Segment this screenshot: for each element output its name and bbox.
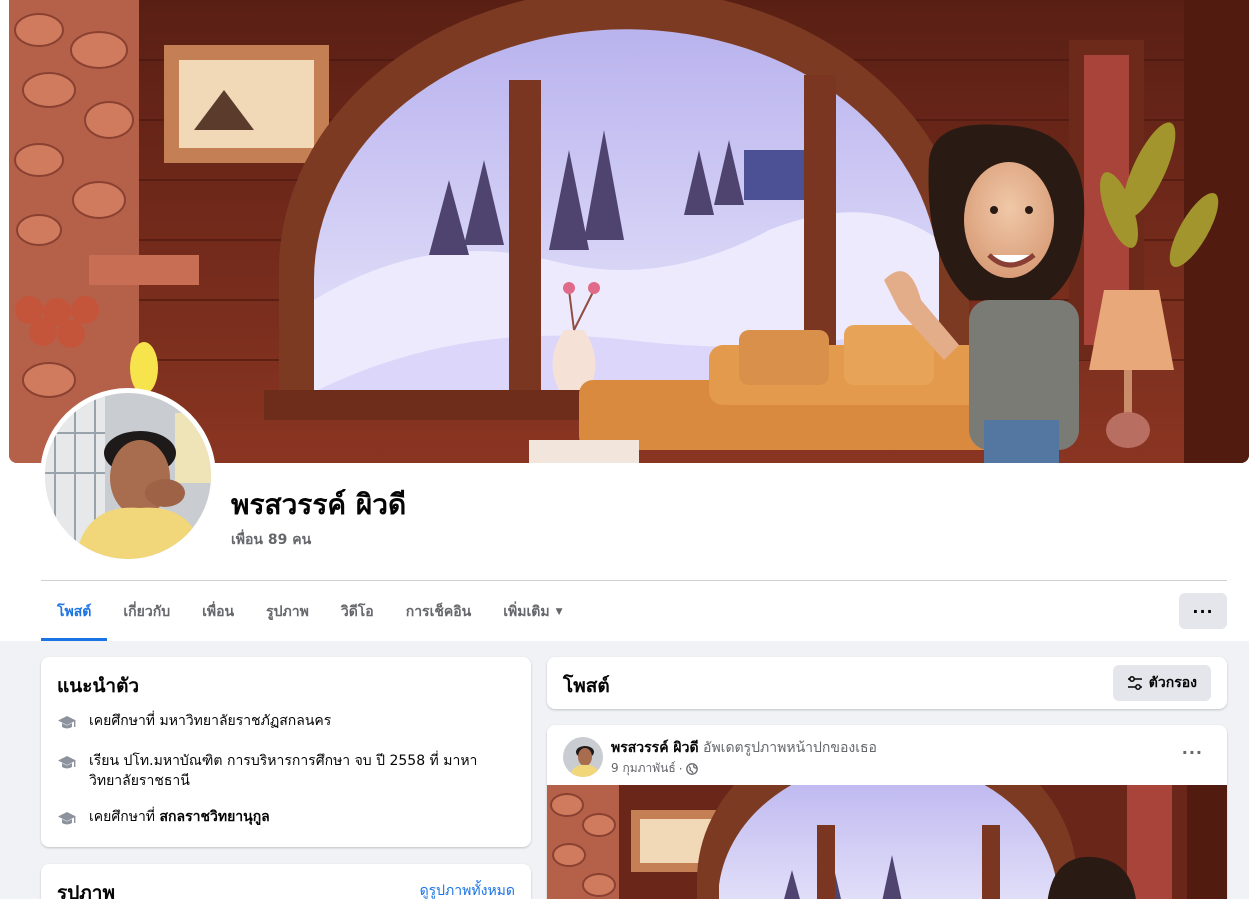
filter-icon [1127,676,1142,690]
tab-checkins[interactable]: การเช็คอิน [390,583,488,641]
posts-header-card: โพสต์ ตัวกรอง [547,657,1227,709]
profile-name: พรสวรรค์ ผิวดี [231,488,407,521]
profile-picture[interactable] [45,393,211,559]
more-options-button[interactable]: ··· [1179,593,1227,629]
tab-friends[interactable]: เพื่อน [186,583,250,641]
tab-posts[interactable]: โพสต์ [41,583,108,641]
post-options-button[interactable]: ··· [1182,743,1203,762]
cover-photo[interactable] [9,0,1249,463]
header-divider [41,580,1227,581]
more-dots-icon: ··· [1181,743,1203,762]
posts-title: โพสต์ [563,675,610,697]
intro-card: แนะนำตัว เคยศึกษาที่ มหาวิทยาลัยราชภัฏสก… [41,657,531,847]
graduation-cap-icon [58,812,76,825]
friend-count[interactable]: เพื่อน 89 คน [231,529,311,551]
school-link[interactable]: มหาวิทยาลัยราชภัฏสกลนคร [160,713,332,729]
intro-item-education: เรียน ปโท.มหาบัณฑิต การบริหารการศึกษา จบ… [57,751,477,791]
profile-tabs: โพสต์ เกี่ยวกับ เพื่อน รูปภาพ วิดีโอ การ… [41,583,579,641]
post-date[interactable]: 9 กุมภาพันธ์ [611,759,676,778]
intro-title: แนะนำตัว [57,675,140,697]
tab-videos[interactable]: วิดีโอ [325,583,390,641]
see-all-photos-link[interactable]: ดูรูปภาพทั้งหมด [420,880,515,899]
post-action: อัพเดตรูปภาพหน้าปกของเธอ [703,740,877,756]
caret-down-icon: ▼ [555,607,563,617]
post-card: พรสวรรค์ ผิวดี อัพเดตรูปภาพหน้าปกของเธอ … [547,725,1227,899]
globe-icon [685,762,698,775]
tab-photos[interactable]: รูปภาพ [250,583,325,641]
post-author-avatar[interactable] [563,737,603,777]
photos-title: รูปภาพ [57,882,115,899]
more-dots-icon: ··· [1192,601,1214,621]
tab-more[interactable]: เพิ่มเติม ▼ [487,583,578,641]
school-link[interactable]: สกลราชวิทยานุกูล [160,809,270,825]
post-author-name[interactable]: พรสวรรค์ ผิวดี [611,740,699,756]
graduation-cap-icon [58,716,76,729]
post-image[interactable] [547,785,1227,899]
intro-item-education: เคยศึกษาที่ มหาวิทยาลัยราชภัฏสกลนคร [57,711,331,733]
post-headline: พรสวรรค์ ผิวดี อัพเดตรูปภาพหน้าปกของเธอ [611,737,877,759]
photos-card: รูปภาพ ดูรูปภาพทั้งหมด [41,864,531,899]
graduation-cap-icon [58,756,76,769]
filter-button[interactable]: ตัวกรอง [1112,665,1211,701]
intro-text-cont: วิทยาลัยราชธานี [89,773,190,789]
intro-item-education: เคยศึกษาที่ สกลราชวิทยานุกูล [57,807,270,829]
tab-about[interactable]: เกี่ยวกับ [107,583,186,641]
intro-text: เรียน ปโท.มหาบัณฑิต การบริหารการศึกษา จบ… [89,753,478,769]
post-meta: 9 กุมภาพันธ์ · [611,759,698,778]
